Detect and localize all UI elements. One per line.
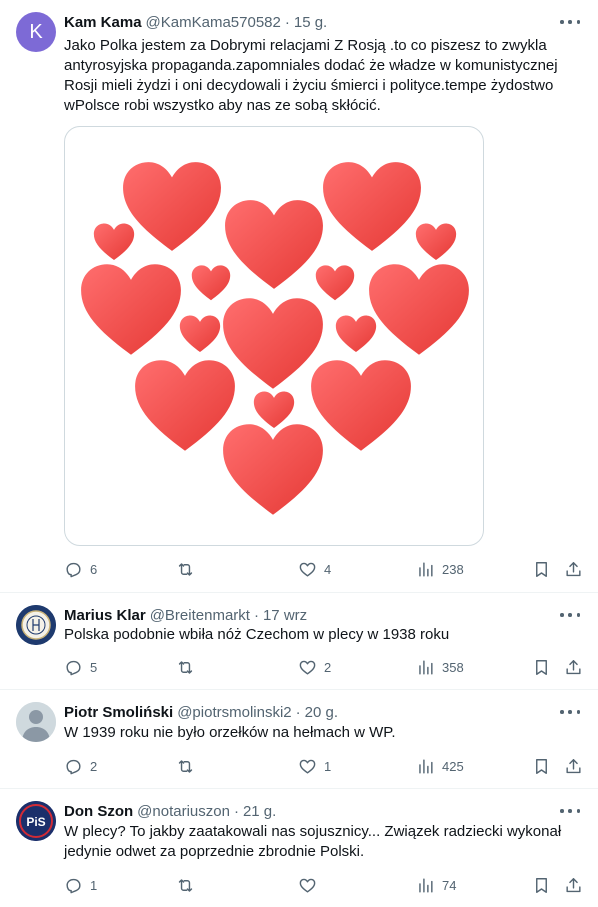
views-icon xyxy=(416,757,435,776)
action-bar: 2 1 425 xyxy=(64,756,584,776)
bookmark-icon xyxy=(532,876,551,895)
like-icon xyxy=(298,658,317,677)
share-icon xyxy=(564,658,583,677)
views-button[interactable]: 74 xyxy=(416,875,456,895)
retweet-icon xyxy=(176,560,195,579)
reply-button[interactable]: 6 xyxy=(64,559,97,579)
share-icon xyxy=(564,560,583,579)
tweet-header: Marius Klar @Breitenmarkt · 17 wrz xyxy=(64,605,582,625)
like-icon xyxy=(298,560,317,579)
separator-dot: · xyxy=(295,703,301,721)
avatar[interactable]: K xyxy=(16,12,56,52)
default-avatar-image xyxy=(16,702,56,742)
author-name[interactable]: Kam Kama xyxy=(64,14,142,31)
share-icon xyxy=(564,757,583,776)
share-button[interactable] xyxy=(564,875,583,895)
author-handle[interactable]: @piotrsmolinski2 xyxy=(177,704,291,721)
tweet-text: Polska podobnie wbiła nóż Czechom w plec… xyxy=(64,626,450,643)
tweet-4[interactable]: PiS Don Szon @notariuszon · 21 g. W plec… xyxy=(0,789,598,907)
timestamp[interactable]: 21 g. xyxy=(243,803,276,820)
avatar[interactable] xyxy=(16,702,56,742)
author-name[interactable]: Marius Klar xyxy=(64,607,146,624)
tweet-header: Piotr Smoliński @piotrsmolinski2 · 20 g. xyxy=(64,702,582,722)
tweet-header: Don Szon @notariuszon · 21 g. xyxy=(64,801,582,821)
bookmark-button[interactable] xyxy=(532,657,551,677)
bookmark-icon xyxy=(532,757,551,776)
retweet-button[interactable] xyxy=(176,875,202,895)
separator-dot: · xyxy=(284,13,290,31)
share-button[interactable] xyxy=(564,559,583,579)
timestamp[interactable]: 15 g. xyxy=(294,14,327,31)
tweet-text: W plecy? To jakby zaatakowali nas sojusz… xyxy=(64,823,562,860)
tweet-image[interactable] xyxy=(64,126,484,546)
tweet-text: W 1939 roku nie było orzełków na hełmach… xyxy=(64,724,396,741)
like-button[interactable]: 1 xyxy=(298,756,331,776)
bookmark-icon xyxy=(532,658,551,677)
tweet-text: Jako Polka jestem za Dobrymi relacjami Z… xyxy=(64,37,558,114)
reply-button[interactable]: 2 xyxy=(64,756,97,776)
party-logo-avatar-image: PiS xyxy=(16,801,56,841)
tweet-2[interactable]: Marius Klar @Breitenmarkt · 17 wrz Polsk… xyxy=(0,593,598,690)
like-button[interactable]: 2 xyxy=(298,657,331,677)
views-button[interactable]: 425 xyxy=(416,756,464,776)
retweet-button[interactable] xyxy=(176,559,202,579)
reply-icon xyxy=(64,757,83,776)
tweet-header: Kam Kama @KamKama570582 · 15 g. xyxy=(64,12,582,32)
emblem-avatar-image xyxy=(16,605,56,645)
retweet-icon xyxy=(176,876,195,895)
views-button[interactable]: 358 xyxy=(416,657,464,677)
bookmark-button[interactable] xyxy=(532,559,551,579)
timestamp[interactable]: 20 g. xyxy=(305,704,338,721)
avatar[interactable]: PiS xyxy=(16,801,56,841)
author-handle[interactable]: @Breitenmarkt xyxy=(150,607,250,624)
avatar[interactable] xyxy=(16,605,56,645)
like-button[interactable] xyxy=(298,875,324,895)
views-button[interactable]: 238 xyxy=(416,559,464,579)
retweet-button[interactable] xyxy=(176,657,202,677)
tweet-3[interactable]: Piotr Smoliński @piotrsmolinski2 · 20 g.… xyxy=(0,690,598,789)
more-icon[interactable] xyxy=(560,14,580,30)
bookmark-icon xyxy=(532,560,551,579)
share-button[interactable] xyxy=(564,657,583,677)
more-icon[interactable] xyxy=(560,803,580,819)
retweet-icon xyxy=(176,658,195,677)
separator-dot: · xyxy=(233,802,239,820)
action-bar: 6 4 238 xyxy=(64,559,584,579)
author-handle[interactable]: @notariuszon xyxy=(137,803,230,820)
share-button[interactable] xyxy=(564,756,583,776)
reply-icon xyxy=(64,658,83,677)
author-name[interactable]: Piotr Smoliński xyxy=(64,704,173,721)
bookmark-button[interactable] xyxy=(532,756,551,776)
like-button[interactable]: 4 xyxy=(298,559,331,579)
action-bar: 5 2 358 xyxy=(64,657,584,677)
like-icon xyxy=(298,876,317,895)
retweet-button[interactable] xyxy=(176,756,202,776)
share-icon xyxy=(564,876,583,895)
timestamp[interactable]: 17 wrz xyxy=(263,607,307,624)
author-handle[interactable]: @KamKama570582 xyxy=(146,14,281,31)
separator-dot: · xyxy=(253,606,259,624)
reply-button[interactable]: 5 xyxy=(64,657,97,677)
views-icon xyxy=(416,876,435,895)
avatar-logo-text: PiS xyxy=(26,815,45,829)
tweet-1[interactable]: K Kam Kama @KamKama570582 · 15 g. Jako P… xyxy=(0,0,598,593)
more-icon[interactable] xyxy=(560,607,580,623)
action-bar: 1 74 xyxy=(64,875,584,895)
reply-icon xyxy=(64,560,83,579)
reply-button[interactable]: 1 xyxy=(64,875,97,895)
views-icon xyxy=(416,560,435,579)
hearts-image xyxy=(81,162,469,515)
more-icon[interactable] xyxy=(560,704,580,720)
views-icon xyxy=(416,658,435,677)
reply-icon xyxy=(64,876,83,895)
author-name[interactable]: Don Szon xyxy=(64,803,133,820)
like-icon xyxy=(298,757,317,776)
bookmark-button[interactable] xyxy=(532,875,551,895)
retweet-icon xyxy=(176,757,195,776)
